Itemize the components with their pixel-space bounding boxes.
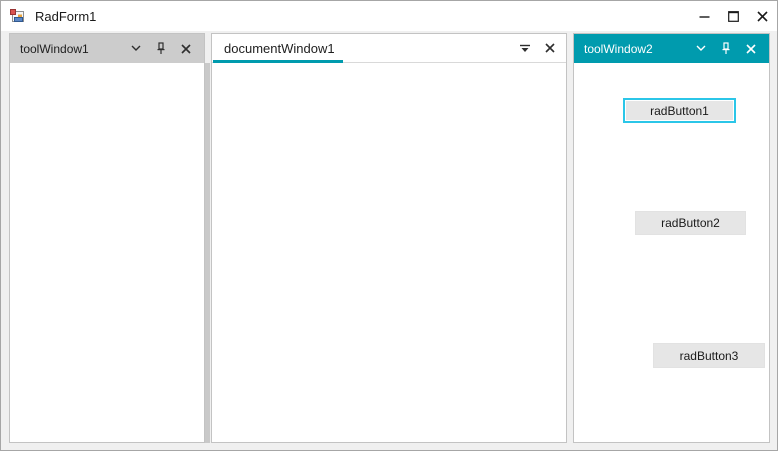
close-icon [180, 43, 191, 54]
tool-window-1: toolWindow1 [9, 33, 205, 443]
tool-window-2-title: toolWindow2 [584, 41, 653, 56]
tab-document-window-1[interactable]: documentWindow1 [212, 34, 347, 63]
document-tab-label: documentWindow1 [224, 40, 335, 56]
document-tab-strip: documentWindow1 [212, 34, 566, 63]
chevron-down-icon [696, 45, 705, 51]
close-icon [544, 43, 555, 53]
minimize-icon [699, 15, 710, 18]
tool-window-2-close-button[interactable] [738, 34, 763, 63]
tool-window-1-pin-button[interactable] [148, 34, 173, 63]
maximize-button[interactable] [719, 1, 748, 31]
tool-window-1-title: toolWindow1 [20, 41, 89, 56]
dock-splitter[interactable] [205, 63, 210, 443]
document-window-position-button[interactable] [512, 34, 537, 63]
maximize-icon [728, 10, 739, 22]
tool-window-1-content [10, 63, 204, 442]
window-position-icon [519, 44, 530, 52]
tool-window-1-header[interactable]: toolWindow1 [10, 34, 204, 63]
rad-button-1[interactable]: radButton1 [623, 98, 736, 123]
tool-window-2-content: radButton1 radButton2 radButton3 [574, 63, 769, 442]
pin-icon [157, 42, 164, 54]
chevron-down-icon [131, 45, 140, 51]
app-icon[interactable] [9, 8, 25, 24]
rad-button-3[interactable]: radButton3 [653, 343, 765, 368]
tool-window-2-header[interactable]: toolWindow2 [574, 34, 769, 63]
document-window-1: documentWindow1 [211, 33, 567, 443]
tool-window-2-pin-button[interactable] [713, 34, 738, 63]
rad-form-window: RadForm1 toolWindow1 documentWindow1 too… [0, 0, 778, 451]
close-icon [745, 43, 756, 54]
minimize-button[interactable] [690, 1, 719, 31]
rad-button-2[interactable]: radButton2 [635, 211, 746, 235]
tool-window-1-close-button[interactable] [173, 34, 198, 63]
tool-window-2: toolWindow2 radButton1 radButton2 radBut… [573, 33, 770, 443]
close-button[interactable] [748, 1, 777, 31]
pin-icon [722, 42, 729, 54]
tool-window-1-menu-button[interactable] [123, 34, 148, 63]
titlebar[interactable]: RadForm1 [1, 1, 777, 31]
document-close-button[interactable] [537, 34, 562, 63]
tool-window-2-menu-button[interactable] [688, 34, 713, 63]
close-icon [757, 10, 768, 22]
window-title: RadForm1 [35, 8, 97, 24]
document-window-1-content [212, 63, 566, 442]
